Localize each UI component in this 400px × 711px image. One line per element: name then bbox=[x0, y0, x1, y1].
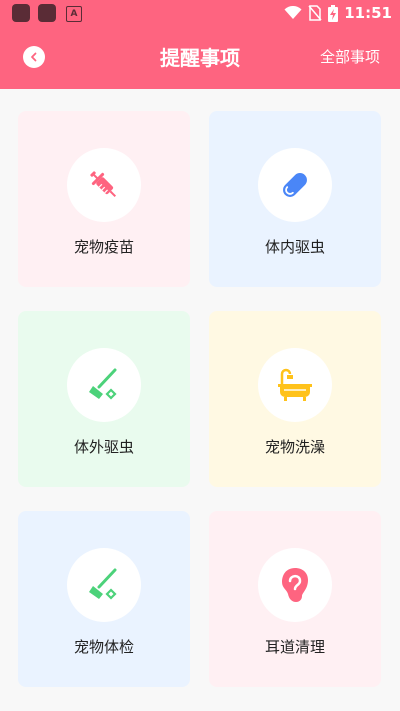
no-sim-icon bbox=[308, 5, 322, 21]
icon-circle bbox=[258, 548, 332, 622]
battery-charging-icon bbox=[328, 4, 339, 22]
card-ear-cleaning[interactable]: 耳道清理 bbox=[209, 511, 381, 687]
card-pet-checkup[interactable]: 宠物体检 bbox=[18, 511, 190, 687]
card-label: 体外驱虫 bbox=[73, 438, 134, 456]
icon-circle bbox=[67, 148, 141, 222]
flea-comb-icon bbox=[89, 568, 117, 600]
icon-circle bbox=[67, 548, 141, 622]
flea-comb-icon bbox=[89, 368, 117, 400]
icon-circle bbox=[258, 348, 332, 422]
status-time: 11:51 bbox=[344, 4, 392, 22]
icon-circle bbox=[258, 148, 332, 222]
card-label: 体内驱虫 bbox=[264, 238, 325, 256]
syringe-icon bbox=[90, 171, 117, 198]
wifi-icon bbox=[284, 6, 302, 19]
title-bar: 提醒事项 全部事项 bbox=[0, 28, 400, 89]
card-pet-vaccine[interactable]: 宠物疫苗 bbox=[18, 111, 190, 287]
app-icon bbox=[38, 4, 56, 22]
pill-icon bbox=[283, 173, 307, 197]
bathtub-icon bbox=[278, 368, 312, 401]
card-label: 耳道清理 bbox=[264, 638, 325, 656]
card-external-deworming[interactable]: 体外驱虫 bbox=[18, 311, 190, 487]
all-items-link[interactable]: 全部事项 bbox=[320, 46, 380, 67]
reminder-grid: 宠物疫苗 体内驱虫 体外驱虫 宠物洗澡 宠物体检 耳道清理 bbox=[0, 89, 400, 711]
card-internal-deworming[interactable]: 体内驱虫 bbox=[209, 111, 381, 287]
card-pet-bath[interactable]: 宠物洗澡 bbox=[209, 311, 381, 487]
app-icon bbox=[12, 4, 30, 22]
icon-circle bbox=[67, 348, 141, 422]
card-label: 宠物体检 bbox=[73, 638, 134, 656]
status-bar: A 11:51 bbox=[0, 0, 400, 28]
card-label: 宠物疫苗 bbox=[73, 238, 134, 256]
notification-icon: A bbox=[66, 6, 82, 22]
ear-icon bbox=[282, 568, 308, 602]
card-label: 宠物洗澡 bbox=[264, 438, 325, 456]
